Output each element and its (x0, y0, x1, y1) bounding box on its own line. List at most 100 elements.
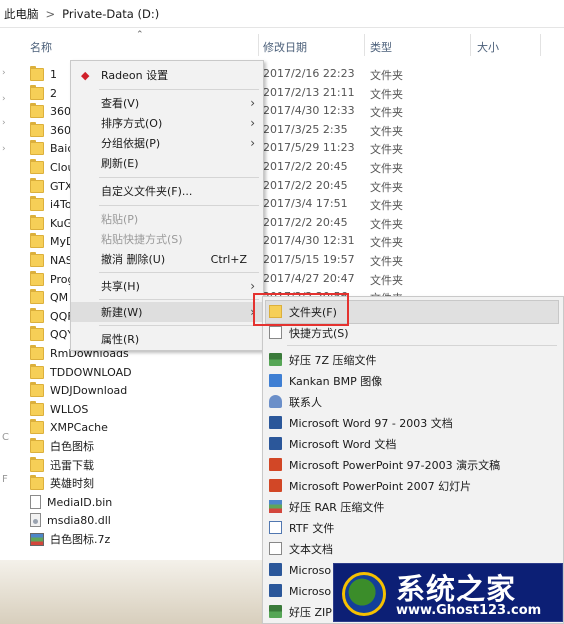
submenu-item[interactable]: Microsoft Word 文档 (263, 434, 563, 454)
submenu-item[interactable]: 好压 RAR 压缩文件 (263, 497, 563, 517)
breadcrumb-location[interactable]: Private-Data (D:) (62, 7, 159, 21)
menu-item-properties[interactable]: 属性(R) (71, 329, 263, 349)
file-modified-date: 2017/2/16 22:23 (263, 67, 355, 80)
folder-icon (30, 381, 44, 397)
file-row[interactable]: 2 (30, 84, 57, 102)
file-row[interactable]: QM (30, 288, 68, 306)
submenu-item[interactable]: Kankan BMP 图像 (263, 371, 563, 391)
file-row[interactable]: MediaID.bin (30, 493, 112, 511)
file-row[interactable]: msdia80.dll (30, 511, 111, 529)
file-type: 文件夹 (370, 236, 403, 249)
submenu-item-label: 联系人 (289, 396, 322, 409)
file-name: 白色图标.7z (50, 533, 111, 546)
folder-icon (30, 363, 44, 379)
dll-file-icon (30, 513, 41, 527)
submenu-item[interactable]: RTF 文件 (263, 518, 563, 538)
column-name[interactable]: 名称 (30, 39, 52, 55)
submenu-item[interactable]: 文本文档 (263, 539, 563, 559)
breadcrumb-separator: > (45, 6, 56, 21)
file-row[interactable]: Clou (30, 158, 74, 176)
file-row[interactable]: 1 (30, 65, 57, 83)
column-size[interactable]: 大小 (477, 39, 499, 55)
menu-item-share[interactable]: 共享(H) › (71, 276, 263, 296)
file-type: 文件夹 (370, 274, 403, 287)
nav-pane-chevron-icon[interactable]: › (2, 118, 6, 128)
file-row[interactable]: Baic (30, 139, 73, 157)
file-name: 迅雷下载 (50, 459, 94, 472)
submenu-item-label: Microso (289, 584, 332, 598)
nav-pane-chevron-icon[interactable]: › (2, 94, 6, 104)
file-row[interactable]: GTX (30, 177, 72, 195)
submenu-item[interactable]: Microsoft PowerPoint 97-2003 演示文稿 (263, 455, 563, 475)
file-row[interactable]: 白色图标.7z (30, 530, 110, 548)
file-row[interactable]: 英雄时刻 (30, 474, 94, 492)
file-row[interactable]: XMPCache (30, 418, 108, 436)
menu-item-undo-delete[interactable]: 撤消 删除(U) Ctrl+Z (71, 249, 263, 269)
file-row[interactable]: NAS (30, 251, 73, 269)
menu-item-new[interactable]: 新建(W) › (71, 302, 263, 322)
folder-icon (30, 121, 44, 137)
sort-up-icon: ⌃ (136, 30, 144, 40)
folder-icon (30, 195, 44, 211)
menu-item-sort-by[interactable]: 排序方式(O) › (71, 113, 263, 133)
globe-logo-icon (342, 572, 386, 616)
menu-item-label: 分组依据(P) (101, 137, 161, 150)
file-row[interactable]: QQF (30, 307, 74, 325)
chevron-right-icon: › (250, 116, 255, 130)
file-row[interactable]: QQY (30, 325, 74, 343)
submenu-item-label: Microso (289, 563, 332, 577)
breadcrumb-root[interactable]: 此电脑 (4, 6, 39, 22)
file-row[interactable]: TDDOWNLOAD (30, 363, 132, 381)
nav-pane-label[interactable]: F (2, 474, 8, 485)
file-row[interactable]: MyD (30, 232, 74, 250)
nav-pane-label[interactable]: C (2, 432, 9, 443)
nav-pane-chevron-icon[interactable]: › (2, 68, 6, 78)
file-row[interactable]: 白色图标 (30, 437, 94, 455)
menu-item-refresh[interactable]: 刷新(E) (71, 153, 263, 173)
menu-item-radeon-settings[interactable]: ◆ Radeon 设置 (71, 65, 263, 85)
file-row[interactable]: 360 (30, 102, 71, 120)
folder-icon (30, 270, 44, 286)
column-divider[interactable] (364, 34, 365, 56)
column-divider[interactable] (258, 34, 259, 56)
powerpoint-icon (269, 479, 282, 492)
column-divider[interactable] (470, 34, 471, 56)
file-row[interactable]: 360 (30, 121, 71, 139)
file-type: 文件夹 (370, 88, 403, 101)
file-row[interactable]: i4To (30, 195, 72, 213)
breadcrumb[interactable]: 此电脑 > Private-Data (D:) (0, 0, 564, 28)
archive-icon (30, 532, 44, 546)
menu-item-view[interactable]: 查看(V) › (71, 93, 263, 113)
file-row[interactable]: WDJDownload (30, 381, 127, 399)
menu-item-label: 粘贴(P) (101, 213, 139, 226)
folder-icon (30, 214, 44, 230)
column-modified[interactable]: 修改日期 (263, 39, 307, 55)
file-modified-date: 2017/2/2 20:45 (263, 179, 348, 192)
nav-pane-chevron-icon[interactable]: › (2, 144, 6, 154)
file-modified-date: 2017/3/25 2:35 (263, 123, 348, 136)
menu-item-customize-folder[interactable]: 自定义文件夹(F)... (71, 181, 263, 201)
column-divider[interactable] (540, 34, 541, 56)
file-row[interactable]: Prog (30, 270, 74, 288)
folder-icon (30, 474, 44, 490)
menu-item-shortcut: Ctrl+Z (210, 253, 247, 266)
file-type: 文件夹 (370, 199, 403, 212)
file-type: 文件夹 (370, 218, 403, 231)
file-row[interactable]: 迅雷下载 (30, 456, 94, 474)
menu-separator (99, 272, 259, 273)
menu-item-paste: 粘贴(P) (71, 209, 263, 229)
file-row[interactable]: KuG (30, 214, 72, 232)
submenu-item[interactable]: 联系人 (263, 392, 563, 412)
submenu-item[interactable]: Microsoft PowerPoint 2007 幻灯片 (263, 476, 563, 496)
column-type[interactable]: 类型 (370, 39, 392, 55)
menu-item-group-by[interactable]: 分组依据(P) › (71, 133, 263, 153)
menu-separator (99, 177, 259, 178)
file-name: WLLOS (50, 402, 89, 416)
shortcut-icon (269, 326, 282, 339)
file-row[interactable]: WLLOS (30, 400, 88, 418)
submenu-item[interactable]: 好压 7Z 压缩文件 (263, 350, 563, 370)
submenu-item[interactable]: 快捷方式(S) (263, 323, 563, 343)
submenu-item[interactable]: Microsoft Word 97 - 2003 文档 (263, 413, 563, 433)
file-modified-date: 2017/4/30 12:33 (263, 104, 355, 117)
file-modified-date: 2017/3/4 17:51 (263, 197, 348, 210)
